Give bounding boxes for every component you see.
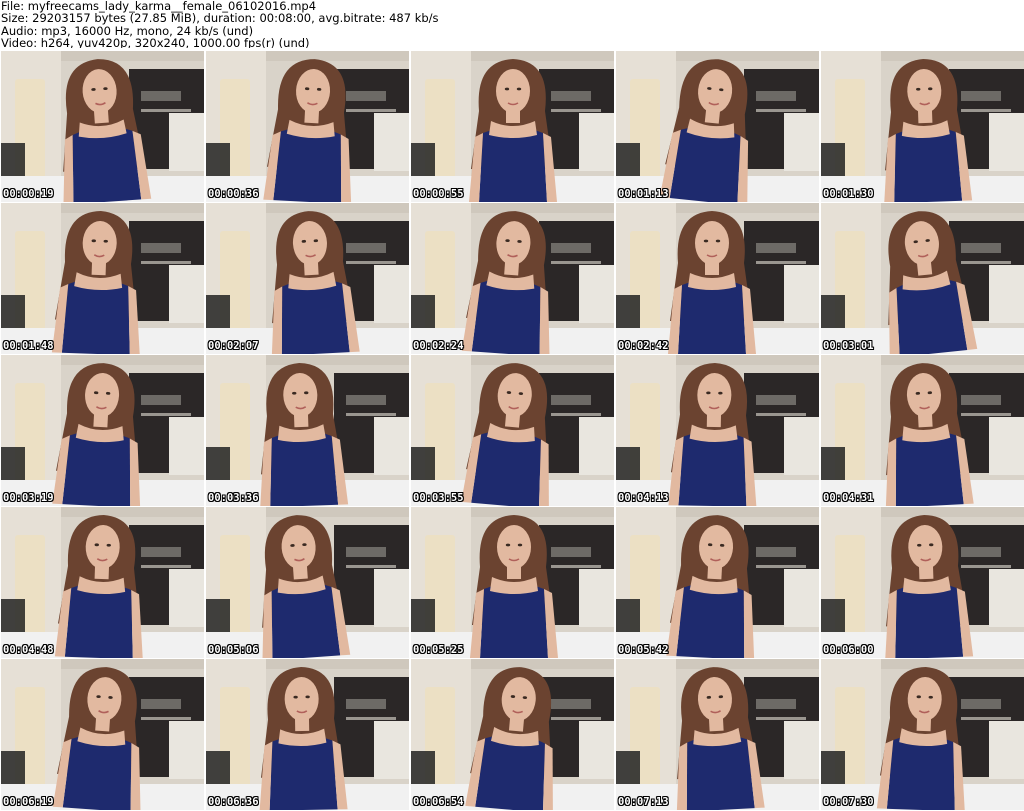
frame-image <box>411 507 614 658</box>
frame-timestamp: 00:06:19 <box>3 796 54 808</box>
video-frame-thumbnail: 00:03:55 <box>411 355 614 506</box>
frame-image <box>821 355 1024 506</box>
frame-image <box>206 51 409 202</box>
video-frame-thumbnail: 00:03:36 <box>206 355 409 506</box>
video-frame-thumbnail: 00:01:30 <box>821 51 1024 202</box>
frame-timestamp: 00:01:30 <box>823 188 874 200</box>
frame-timestamp: 00:04:31 <box>823 492 874 504</box>
frame-image <box>616 507 819 658</box>
video-frame-thumbnail: 00:03:19 <box>1 355 204 506</box>
frame-image <box>616 659 819 810</box>
frame-timestamp: 00:05:42 <box>618 644 669 656</box>
frame-timestamp: 00:06:00 <box>823 644 874 656</box>
frame-image <box>1 355 204 506</box>
frame-timestamp: 00:07:13 <box>618 796 669 808</box>
frame-image <box>206 203 409 354</box>
frame-timestamp: 00:00:36 <box>208 188 259 200</box>
frame-image <box>821 659 1024 810</box>
frame-image <box>616 203 819 354</box>
frame-image <box>411 203 614 354</box>
frame-image <box>1 203 204 354</box>
frame-image <box>1 507 204 658</box>
file-info-header: File: myfreecams_lady_karma__female_0610… <box>1 0 1023 48</box>
thumbnail-grid: 00:00:19 00:00:36 00:00:55 00:01:13 00:0… <box>1 51 1024 811</box>
frame-timestamp: 00:04:13 <box>618 492 669 504</box>
video-frame-thumbnail: 00:00:36 <box>206 51 409 202</box>
video-frame-thumbnail: 00:04:31 <box>821 355 1024 506</box>
frame-timestamp: 00:03:01 <box>823 340 874 352</box>
frame-timestamp: 00:02:42 <box>618 340 669 352</box>
frame-timestamp: 00:06:54 <box>413 796 464 808</box>
frame-timestamp: 00:05:25 <box>413 644 464 656</box>
video-frame-thumbnail: 00:06:54 <box>411 659 614 810</box>
frame-image <box>1 659 204 810</box>
video-frame-thumbnail: 00:03:01 <box>821 203 1024 354</box>
frame-timestamp: 00:03:55 <box>413 492 464 504</box>
frame-timestamp: 00:06:36 <box>208 796 259 808</box>
frame-image <box>206 355 409 506</box>
frame-image <box>411 659 614 810</box>
frame-timestamp: 00:07:30 <box>823 796 874 808</box>
video-frame-thumbnail: 00:01:48 <box>1 203 204 354</box>
frame-timestamp: 00:00:55 <box>413 188 464 200</box>
frame-image <box>616 355 819 506</box>
frame-timestamp: 00:02:24 <box>413 340 464 352</box>
frame-image <box>821 203 1024 354</box>
video-frame-thumbnail: 00:07:30 <box>821 659 1024 810</box>
frame-timestamp: 00:03:36 <box>208 492 259 504</box>
video-frame-thumbnail: 00:01:13 <box>616 51 819 202</box>
frame-image <box>616 51 819 202</box>
video-info-line: Video: h264, yuv420p, 320x240, 1000.00 f… <box>1 36 310 48</box>
video-frame-thumbnail: 00:04:13 <box>616 355 819 506</box>
frame-timestamp: 00:04:48 <box>3 644 54 656</box>
frame-image <box>821 507 1024 658</box>
frame-image <box>411 51 614 202</box>
video-frame-thumbnail: 00:04:48 <box>1 507 204 658</box>
video-frame-thumbnail: 00:06:19 <box>1 659 204 810</box>
frame-image <box>411 355 614 506</box>
video-frame-thumbnail: 00:02:24 <box>411 203 614 354</box>
frame-timestamp: 00:03:19 <box>3 492 54 504</box>
frame-timestamp: 00:01:48 <box>3 340 54 352</box>
size-duration-line: Size: 29203157 bytes (27.85 MiB), durati… <box>1 11 439 26</box>
frame-timestamp: 00:00:19 <box>3 188 54 200</box>
video-frame-thumbnail: 00:00:55 <box>411 51 614 202</box>
frame-image <box>206 659 409 810</box>
video-frame-thumbnail: 00:06:36 <box>206 659 409 810</box>
frame-timestamp: 00:02:07 <box>208 340 259 352</box>
video-frame-thumbnail: 00:02:42 <box>616 203 819 354</box>
video-frame-thumbnail: 00:05:42 <box>616 507 819 658</box>
video-frame-thumbnail: 00:00:19 <box>1 51 204 202</box>
video-frame-thumbnail: 00:05:25 <box>411 507 614 658</box>
frame-timestamp: 00:01:13 <box>618 188 669 200</box>
video-frame-thumbnail: 00:05:06 <box>206 507 409 658</box>
frame-image <box>206 507 409 658</box>
frame-image <box>1 51 204 202</box>
video-frame-thumbnail: 00:07:13 <box>616 659 819 810</box>
video-frame-thumbnail: 00:02:07 <box>206 203 409 354</box>
frame-image <box>821 51 1024 202</box>
frame-timestamp: 00:05:06 <box>208 644 259 656</box>
video-frame-thumbnail: 00:06:00 <box>821 507 1024 658</box>
